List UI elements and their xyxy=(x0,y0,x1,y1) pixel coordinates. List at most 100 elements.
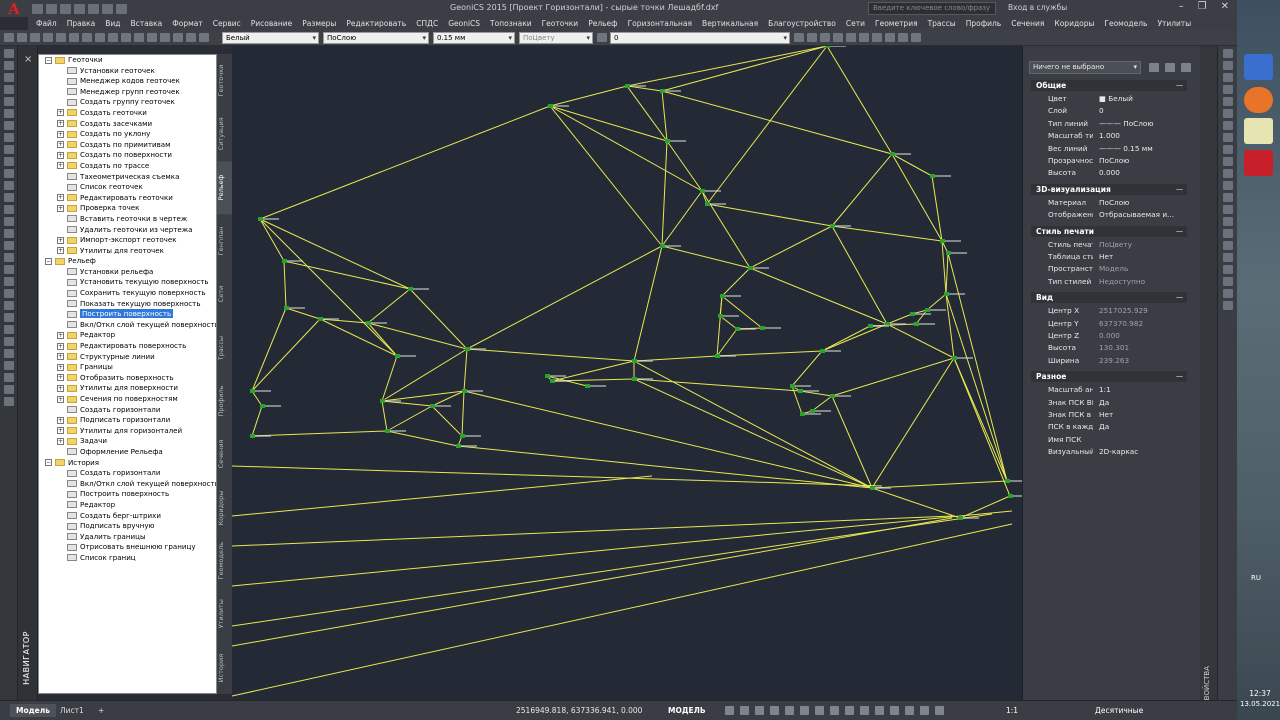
property-value[interactable]: 0.000 xyxy=(1093,330,1187,342)
snap-toggle-icon[interactable] xyxy=(740,706,749,715)
tree-item[interactable]: + Создать по уклону xyxy=(39,129,216,140)
property-row[interactable]: Тип линий ——— ПоСлою xyxy=(1031,118,1187,130)
tree-item[interactable]: + Редактор xyxy=(39,330,216,341)
props-icon[interactable] xyxy=(186,33,196,42)
plotstyle-select[interactable]: ПоЦвету xyxy=(519,31,593,44)
array-tool-icon[interactable] xyxy=(3,397,14,406)
geopoint-marker[interactable] xyxy=(1005,479,1010,483)
geopoint-marker[interactable] xyxy=(810,409,815,413)
language-indicator[interactable]: RU xyxy=(1251,574,1261,582)
fillet-tool-icon[interactable] xyxy=(3,361,14,370)
menu-item[interactable]: Рельеф xyxy=(588,19,617,28)
tree-item[interactable]: Удалить геоточки из чертежа xyxy=(39,225,216,236)
filter-icon[interactable] xyxy=(890,706,899,715)
ellipse-icon[interactable] xyxy=(885,33,895,42)
menu-item[interactable]: Вставка xyxy=(131,19,163,28)
pan-icon[interactable] xyxy=(17,33,27,42)
geopoint-marker[interactable] xyxy=(760,326,765,330)
property-row[interactable]: Таблица стил...Нет xyxy=(1031,251,1187,263)
dim-radius-icon[interactable] xyxy=(1222,265,1233,274)
property-value[interactable]: ——— ПоСлою xyxy=(1093,118,1187,130)
block-tool-icon[interactable] xyxy=(3,169,14,178)
menu-item[interactable]: Формат xyxy=(172,19,202,28)
tree-item[interactable]: Подписать вручную xyxy=(39,521,216,532)
geopoint-marker[interactable] xyxy=(550,379,555,383)
geopoint-marker[interactable] xyxy=(408,287,413,291)
circle-icon[interactable] xyxy=(872,33,882,42)
expand-toggle-icon[interactable]: − xyxy=(45,459,52,467)
region-tool-icon[interactable] xyxy=(3,217,14,226)
tree-item[interactable]: Менеджер кодов геоточек xyxy=(39,76,216,87)
geopoint-marker[interactable] xyxy=(820,349,825,353)
save-app-icon[interactable] xyxy=(1244,54,1273,80)
tree-item[interactable]: + Импорт-экспорт геоточек xyxy=(39,235,216,246)
rotate-tool-icon[interactable] xyxy=(3,289,14,298)
property-row[interactable]: Центр Z 0.000 xyxy=(1031,330,1187,342)
geopoint-marker[interactable] xyxy=(545,374,550,378)
geopoint-marker[interactable] xyxy=(395,354,400,358)
tree-item[interactable]: Вставить геоточки в чертеж xyxy=(39,214,216,225)
geopoint-marker[interactable] xyxy=(430,404,435,408)
tree-item[interactable]: + Создать засечками xyxy=(39,119,216,130)
expand-toggle-icon[interactable]: + xyxy=(57,141,64,149)
close-icon[interactable]: ✕ xyxy=(1221,1,1229,12)
geopoint-marker[interactable] xyxy=(940,239,945,243)
dim-linear-icon[interactable] xyxy=(1222,241,1233,250)
expand-toggle-icon[interactable]: + xyxy=(57,427,64,435)
move-icon[interactable] xyxy=(1222,109,1233,118)
tree-item[interactable]: Создать группу геоточек xyxy=(39,97,216,108)
tree-item[interactable]: Оформление Рельефа xyxy=(39,447,216,458)
chamfer-icon[interactable] xyxy=(1222,205,1233,214)
tree-item[interactable]: Создать берг-штрихи xyxy=(39,511,216,522)
geopoint-marker[interactable] xyxy=(625,84,630,88)
geopoint-marker[interactable] xyxy=(665,139,670,143)
property-row[interactable]: ПСК в кажд...Да xyxy=(1031,421,1187,433)
units-select[interactable]: Десятичные xyxy=(1095,704,1143,717)
layer-icon[interactable] xyxy=(56,33,66,42)
copy-tool-icon[interactable] xyxy=(3,277,14,286)
menu-item[interactable]: Утилиты xyxy=(1157,19,1191,28)
model-space-toggle[interactable]: МОДЕЛЬ xyxy=(668,704,706,717)
geopoint-marker[interactable] xyxy=(870,486,875,490)
tab-sheet1[interactable]: Лист1 xyxy=(54,704,90,717)
geopoint-marker[interactable] xyxy=(632,377,637,381)
menu-item[interactable]: Геоточки xyxy=(542,19,579,28)
tree-item[interactable]: + Задачи xyxy=(39,436,216,447)
tree-item[interactable]: + Создать по трассе xyxy=(39,161,216,172)
vtab[interactable]: Трассы xyxy=(217,321,232,374)
tree-item[interactable]: + Создать по поверхности xyxy=(39,150,216,161)
ellipse-tool-icon[interactable] xyxy=(3,145,14,154)
expand-toggle-icon[interactable]: + xyxy=(57,374,64,382)
tree-item[interactable]: Установки рельефа xyxy=(39,267,216,278)
geopoint-marker[interactable] xyxy=(705,202,710,206)
tree-item[interactable]: + Структурные линии xyxy=(39,352,216,363)
snap-icon[interactable] xyxy=(30,33,40,42)
3dosnap-toggle-icon[interactable] xyxy=(860,706,869,715)
geopoint-marker[interactable] xyxy=(462,389,467,393)
offset-icon[interactable] xyxy=(1222,85,1233,94)
expand-toggle-icon[interactable]: + xyxy=(57,353,64,361)
property-value[interactable]: 130.301 xyxy=(1093,342,1187,354)
dynamic-ucs-icon[interactable] xyxy=(875,706,884,715)
geopoint-marker[interactable] xyxy=(830,224,835,228)
tree-item[interactable]: Создать горизонтали xyxy=(39,468,216,479)
tree-item[interactable]: Менеджер групп геоточек xyxy=(39,87,216,98)
polar-toggle-icon[interactable] xyxy=(770,706,779,715)
property-value[interactable]: ПоЦвету xyxy=(1093,239,1187,251)
property-section-header[interactable]: Разное xyxy=(1031,371,1187,383)
spline-tool-icon[interactable] xyxy=(3,133,14,142)
expand-toggle-icon[interactable]: + xyxy=(57,162,64,170)
geopoint-marker[interactable] xyxy=(925,308,930,312)
menu-item[interactable]: Горизонтальная xyxy=(628,19,692,28)
menu-item[interactable]: Профиль xyxy=(966,19,1002,28)
expand-toggle-icon[interactable]: + xyxy=(57,109,64,117)
hatch-tool-icon[interactable] xyxy=(3,193,14,202)
dim-aligned-icon[interactable] xyxy=(1222,253,1233,262)
measure-icon[interactable] xyxy=(898,33,908,42)
tree-item[interactable]: Список геоточек xyxy=(39,182,216,193)
vtab[interactable]: Рельеф xyxy=(217,160,232,214)
tree-item[interactable]: Сохранить текущую поверхность xyxy=(39,288,216,299)
menu-item[interactable]: Сети xyxy=(846,19,865,28)
trim-tool-icon[interactable] xyxy=(3,337,14,346)
expand-toggle-icon[interactable]: + xyxy=(57,194,64,202)
